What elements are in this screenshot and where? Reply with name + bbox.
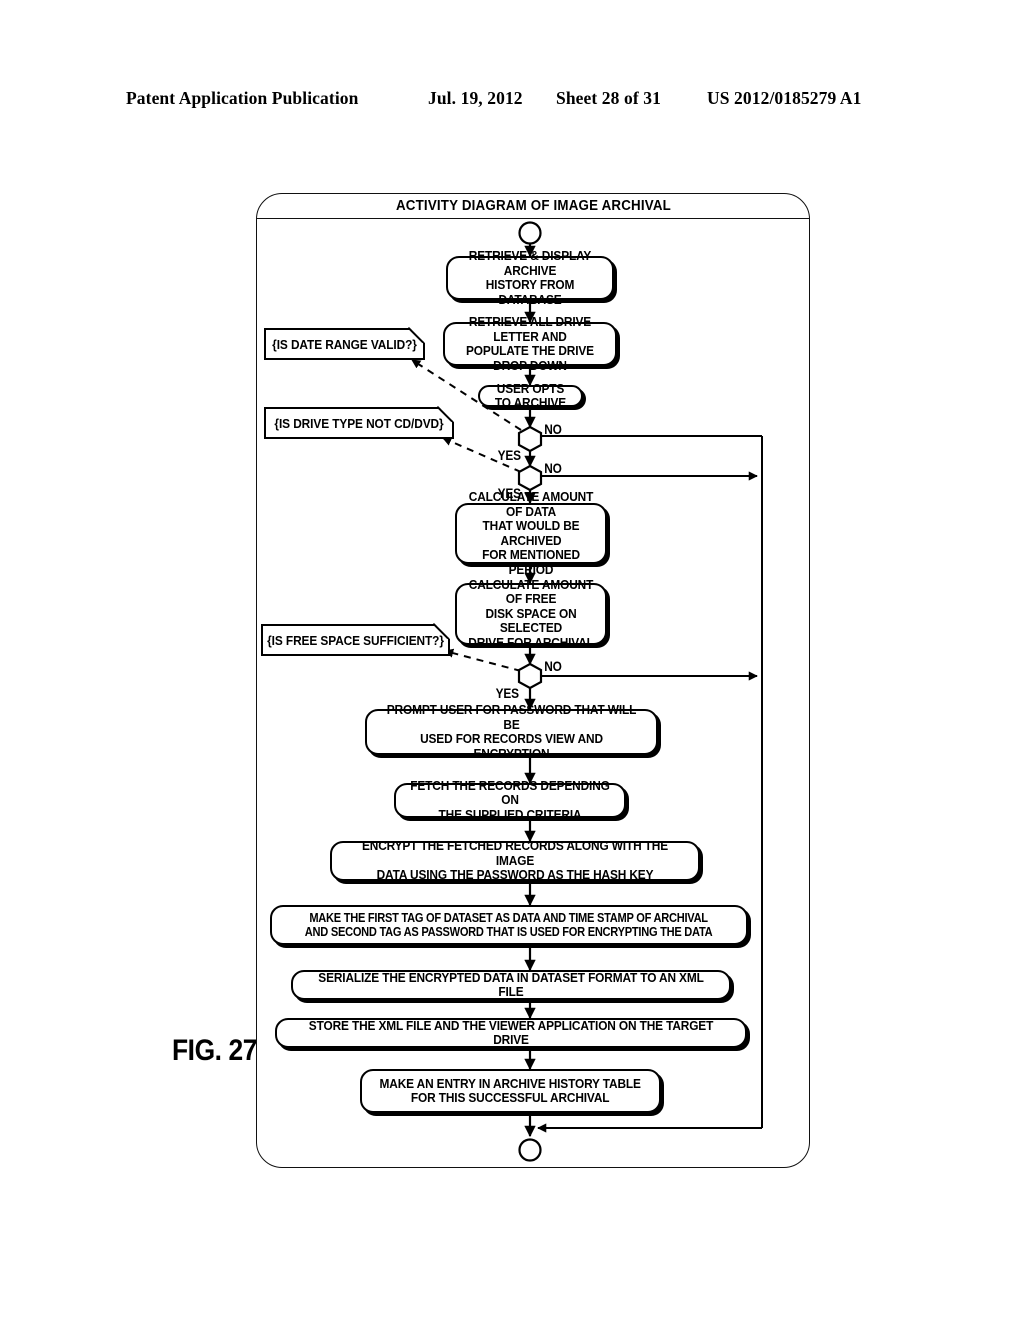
activity-store-xml-and-viewer[interactable]: STORE THE XML FILE AND THE VIEWER APPLIC… — [275, 1018, 747, 1048]
activity-diagram: ACTIVITY DIAGRAM OF IMAGE ARCHIVAL RETRI… — [0, 0, 1024, 1320]
activity-label: MAKE THE FIRST TAG OF DATASET AS DATA AN… — [305, 910, 713, 940]
activity-make-dataset-tags[interactable]: MAKE THE FIRST TAG OF DATASET AS DATA AN… — [270, 905, 748, 945]
note-label: {IS FREE SPACE SUFFICIENT?} — [267, 632, 444, 648]
activity-label: RETRIEVE ALL DRIVE LETTER AND POPULATE T… — [466, 314, 594, 373]
activity-prompt-user-for-password[interactable]: PROMPT USER FOR PASSWORD THAT WILL BE US… — [365, 702, 658, 760]
activity-label: STORE THE XML FILE AND THE VIEWER APPLIC… — [308, 1017, 714, 1047]
activity-label: CALCULATE AMOUNT OF DATA THAT WOULD BE A… — [468, 489, 594, 577]
note-is-free-space-sufficient: {IS FREE SPACE SUFFICIENT?} — [261, 624, 450, 656]
activity-serialize-encrypted-data[interactable]: SERIALIZE THE ENCRYPTED DATA IN DATASET … — [291, 970, 731, 1000]
activity-calculate-data-amount[interactable]: CALCULATE AMOUNT OF DATA THAT WOULD BE A… — [455, 489, 607, 576]
branch-label-d3-no: NO — [544, 659, 562, 674]
diagram-title: ACTIVITY DIAGRAM OF IMAGE ARCHIVAL — [395, 198, 671, 214]
branch-label-d1-no: NO — [544, 422, 562, 437]
note-label: {IS DRIVE TYPE NOT CD/DVD} — [274, 415, 444, 431]
activity-label: SERIALIZE THE ENCRYPTED DATA IN DATASET … — [318, 969, 704, 999]
branch-label-d1-yes: YES — [497, 448, 521, 463]
activity-fetch-records[interactable]: FETCH THE RECORDS DEPENDING ON THE SUPPL… — [394, 778, 626, 821]
activity-label: PROMPT USER FOR PASSWORD THAT WILL BE US… — [386, 702, 637, 761]
activity-label: USER OPTS TO ARCHIVE — [494, 380, 567, 410]
activity-label: FETCH THE RECORDS DEPENDING ON THE SUPPL… — [410, 777, 610, 822]
activity-calculate-free-disk-space[interactable]: CALCULATE AMOUNT OF FREE DISK SPACE ON S… — [455, 577, 607, 649]
diagram-title-bar: ACTIVITY DIAGRAM OF IMAGE ARCHIVAL — [257, 194, 809, 219]
branch-label-d2-yes: YES — [497, 486, 521, 501]
activity-encrypt-fetched-records[interactable]: ENCRYPT THE FETCHED RECORDS ALONG WITH T… — [330, 838, 700, 883]
note-is-date-range-valid: {IS DATE RANGE VALID?} — [264, 328, 425, 360]
note-label: {IS DATE RANGE VALID?} — [272, 336, 417, 352]
activity-user-opts-to-archive[interactable]: USER OPTS TO ARCHIVE — [478, 381, 583, 410]
activity-label: CALCULATE AMOUNT OF FREE DISK SPACE ON S… — [468, 576, 594, 650]
activity-retrieve-display-archive-history[interactable]: RETRIEVE & DISPLAY ARCHIVE HISTORY FROM … — [446, 248, 614, 306]
branch-label-d2-no: NO — [544, 461, 562, 476]
activity-make-archive-history-entry[interactable]: MAKE AN ENTRY IN ARCHIVE HISTORY TABLE F… — [360, 1069, 661, 1113]
activity-retrieve-drive-letters[interactable]: RETRIEVE ALL DRIVE LETTER AND POPULATE T… — [443, 314, 617, 372]
activity-label: ENCRYPT THE FETCHED RECORDS ALONG WITH T… — [362, 838, 668, 883]
activity-label: MAKE AN ENTRY IN ARCHIVE HISTORY TABLE F… — [379, 1075, 642, 1105]
activity-label: RETRIEVE & DISPLAY ARCHIVE HISTORY FROM … — [468, 248, 592, 307]
branch-label-d3-yes: YES — [495, 686, 519, 701]
note-is-drive-type-not-cd-dvd: {IS DRIVE TYPE NOT CD/DVD} — [264, 407, 454, 439]
